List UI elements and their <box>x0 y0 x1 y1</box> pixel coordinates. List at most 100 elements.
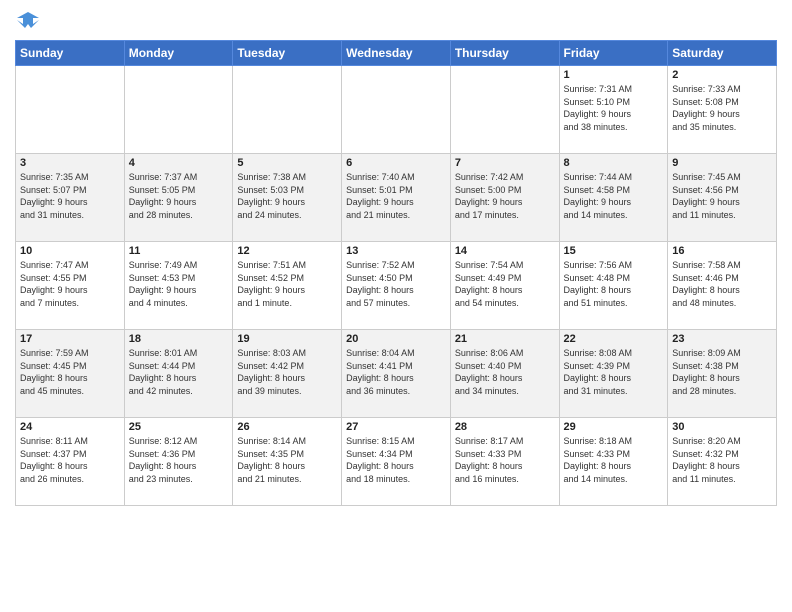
day-info: Sunrise: 7:45 AM Sunset: 4:56 PM Dayligh… <box>672 171 772 221</box>
day-info: Sunrise: 7:56 AM Sunset: 4:48 PM Dayligh… <box>564 259 664 309</box>
day-cell: 17 Sunrise: 7:59 AM Sunset: 4:45 PM Dayli… <box>16 330 125 418</box>
day-info: Sunrise: 8:03 AM Sunset: 4:42 PM Dayligh… <box>237 347 337 397</box>
day-number: 22 <box>564 333 664 345</box>
day-cell: 19 Sunrise: 8:03 AM Sunset: 4:42 PM Dayli… <box>233 330 342 418</box>
day-number: 3 <box>20 157 120 169</box>
day-cell: 29 Sunrise: 8:18 AM Sunset: 4:33 PM Dayli… <box>559 418 668 506</box>
day-info: Sunrise: 8:01 AM Sunset: 4:44 PM Dayligh… <box>129 347 229 397</box>
day-number: 7 <box>455 157 555 169</box>
week-row-2: 10 Sunrise: 7:47 AM Sunset: 4:55 PM Dayli… <box>16 242 777 330</box>
day-info: Sunrise: 8:04 AM Sunset: 4:41 PM Dayligh… <box>346 347 446 397</box>
day-cell: 6Sunrise: 7:40 AM Sunset: 5:01 PM Daylig… <box>342 154 451 242</box>
day-info: Sunrise: 8:18 AM Sunset: 4:33 PM Dayligh… <box>564 435 664 485</box>
day-info: Sunrise: 7:51 AM Sunset: 4:52 PM Dayligh… <box>237 259 337 309</box>
day-cell: 15 Sunrise: 7:56 AM Sunset: 4:48 PM Dayli… <box>559 242 668 330</box>
day-cell: 1 Sunrise: 7:31 AM Sunset: 5:10 PM Daylig… <box>559 66 668 154</box>
day-cell: 20 Sunrise: 8:04 AM Sunset: 4:41 PM Dayli… <box>342 330 451 418</box>
day-cell <box>450 66 559 154</box>
day-cell: 21 Sunrise: 8:06 AM Sunset: 4:40 PM Dayli… <box>450 330 559 418</box>
week-row-3: 17 Sunrise: 7:59 AM Sunset: 4:45 PM Dayli… <box>16 330 777 418</box>
day-info: Sunrise: 8:09 AM Sunset: 4:38 PM Dayligh… <box>672 347 772 397</box>
day-info: Sunrise: 8:11 AM Sunset: 4:37 PM Dayligh… <box>20 435 120 485</box>
day-number: 26 <box>237 421 337 433</box>
day-cell <box>233 66 342 154</box>
day-number: 16 <box>672 245 772 257</box>
day-cell: 12 Sunrise: 7:51 AM Sunset: 4:52 PM Dayli… <box>233 242 342 330</box>
day-cell <box>342 66 451 154</box>
logo-general <box>15 10 39 32</box>
day-number: 14 <box>455 245 555 257</box>
day-info: Sunrise: 8:15 AM Sunset: 4:34 PM Dayligh… <box>346 435 446 485</box>
day-number: 10 <box>20 245 120 257</box>
day-number: 20 <box>346 333 446 345</box>
day-number: 9 <box>672 157 772 169</box>
week-row-1: 3 Sunrise: 7:35 AM Sunset: 5:07 PM Daylig… <box>16 154 777 242</box>
day-info: Sunrise: 7:49 AM Sunset: 4:53 PM Dayligh… <box>129 259 229 309</box>
weekday-header-monday: Monday <box>124 41 233 66</box>
day-cell: 25 Sunrise: 8:12 AM Sunset: 4:36 PM Dayli… <box>124 418 233 506</box>
day-number: 1 <box>564 69 664 81</box>
day-info: Sunrise: 7:40 AM Sunset: 5:01 PM Dayligh… <box>346 171 446 221</box>
day-number: 17 <box>20 333 120 345</box>
day-cell: 22 Sunrise: 8:08 AM Sunset: 4:39 PM Dayli… <box>559 330 668 418</box>
day-info: Sunrise: 7:59 AM Sunset: 4:45 PM Dayligh… <box>20 347 120 397</box>
day-number: 29 <box>564 421 664 433</box>
day-cell: 9 Sunrise: 7:45 AM Sunset: 4:56 PM Daylig… <box>668 154 777 242</box>
weekday-header-row: SundayMondayTuesdayWednesdayThursdayFrid… <box>16 41 777 66</box>
day-info: Sunrise: 7:44 AM Sunset: 4:58 PM Dayligh… <box>564 171 664 221</box>
day-cell: 30Sunrise: 8:20 AM Sunset: 4:32 PM Dayli… <box>668 418 777 506</box>
day-cell: 18 Sunrise: 8:01 AM Sunset: 4:44 PM Dayli… <box>124 330 233 418</box>
day-info: Sunrise: 7:58 AM Sunset: 4:46 PM Dayligh… <box>672 259 772 309</box>
week-row-0: 1 Sunrise: 7:31 AM Sunset: 5:10 PM Daylig… <box>16 66 777 154</box>
day-info: Sunrise: 8:08 AM Sunset: 4:39 PM Dayligh… <box>564 347 664 397</box>
day-info: Sunrise: 7:31 AM Sunset: 5:10 PM Dayligh… <box>564 83 664 133</box>
day-cell: 10 Sunrise: 7:47 AM Sunset: 4:55 PM Dayli… <box>16 242 125 330</box>
day-number: 19 <box>237 333 337 345</box>
day-info: Sunrise: 7:52 AM Sunset: 4:50 PM Dayligh… <box>346 259 446 309</box>
day-cell <box>124 66 233 154</box>
day-number: 18 <box>129 333 229 345</box>
logo-bird-icon <box>17 10 39 32</box>
weekday-header-saturday: Saturday <box>668 41 777 66</box>
day-number: 12 <box>237 245 337 257</box>
day-cell: 7Sunrise: 7:42 AM Sunset: 5:00 PM Daylig… <box>450 154 559 242</box>
weekday-header-wednesday: Wednesday <box>342 41 451 66</box>
header <box>15 10 777 32</box>
day-number: 15 <box>564 245 664 257</box>
day-info: Sunrise: 8:14 AM Sunset: 4:35 PM Dayligh… <box>237 435 337 485</box>
day-number: 23 <box>672 333 772 345</box>
day-cell: 26 Sunrise: 8:14 AM Sunset: 4:35 PM Dayli… <box>233 418 342 506</box>
calendar: SundayMondayTuesdayWednesdayThursdayFrid… <box>15 40 777 506</box>
weekday-header-friday: Friday <box>559 41 668 66</box>
day-cell: 24 Sunrise: 8:11 AM Sunset: 4:37 PM Dayli… <box>16 418 125 506</box>
day-number: 28 <box>455 421 555 433</box>
weekday-header-tuesday: Tuesday <box>233 41 342 66</box>
day-info: Sunrise: 8:12 AM Sunset: 4:36 PM Dayligh… <box>129 435 229 485</box>
page: SundayMondayTuesdayWednesdayThursdayFrid… <box>0 0 792 612</box>
day-number: 21 <box>455 333 555 345</box>
day-cell: 2 Sunrise: 7:33 AM Sunset: 5:08 PM Daylig… <box>668 66 777 154</box>
day-number: 8 <box>564 157 664 169</box>
day-number: 2 <box>672 69 772 81</box>
day-info: Sunrise: 8:17 AM Sunset: 4:33 PM Dayligh… <box>455 435 555 485</box>
day-info: Sunrise: 7:35 AM Sunset: 5:07 PM Dayligh… <box>20 171 120 221</box>
day-info: Sunrise: 8:06 AM Sunset: 4:40 PM Dayligh… <box>455 347 555 397</box>
day-cell: 16 Sunrise: 7:58 AM Sunset: 4:46 PM Dayli… <box>668 242 777 330</box>
day-cell: 3 Sunrise: 7:35 AM Sunset: 5:07 PM Daylig… <box>16 154 125 242</box>
day-number: 25 <box>129 421 229 433</box>
day-cell: 14Sunrise: 7:54 AM Sunset: 4:49 PM Dayli… <box>450 242 559 330</box>
day-number: 24 <box>20 421 120 433</box>
day-number: 11 <box>129 245 229 257</box>
day-cell: 11 Sunrise: 7:49 AM Sunset: 4:53 PM Dayli… <box>124 242 233 330</box>
day-number: 4 <box>129 157 229 169</box>
day-info: Sunrise: 8:20 AM Sunset: 4:32 PM Dayligh… <box>672 435 772 485</box>
day-info: Sunrise: 7:33 AM Sunset: 5:08 PM Dayligh… <box>672 83 772 133</box>
day-number: 27 <box>346 421 446 433</box>
day-cell: 28 Sunrise: 8:17 AM Sunset: 4:33 PM Dayli… <box>450 418 559 506</box>
day-cell: 5Sunrise: 7:38 AM Sunset: 5:03 PM Daylig… <box>233 154 342 242</box>
day-info: Sunrise: 7:37 AM Sunset: 5:05 PM Dayligh… <box>129 171 229 221</box>
weekday-header-sunday: Sunday <box>16 41 125 66</box>
day-cell: 4 Sunrise: 7:37 AM Sunset: 5:05 PM Daylig… <box>124 154 233 242</box>
day-info: Sunrise: 7:47 AM Sunset: 4:55 PM Dayligh… <box>20 259 120 309</box>
day-number: 5 <box>237 157 337 169</box>
